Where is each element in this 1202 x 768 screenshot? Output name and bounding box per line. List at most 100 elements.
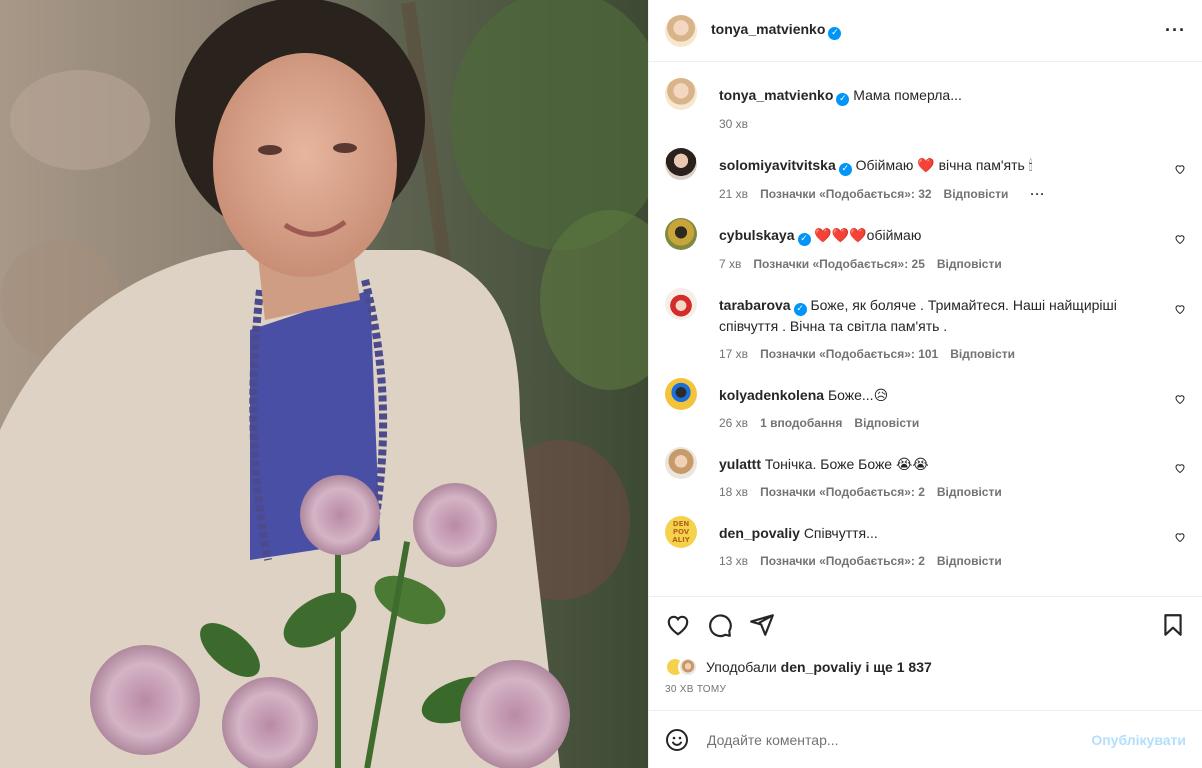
commenter-avatar[interactable] xyxy=(665,148,697,180)
comment-meta: 18 хв Позначки «Подобається»: 2 Відповіс… xyxy=(719,485,1160,499)
comment-likes[interactable]: 1 вподобання xyxy=(760,416,842,430)
comment-likes[interactable]: Позначки «Подобається»: 101 xyxy=(760,347,938,361)
add-comment-bar: Опублікувати xyxy=(649,710,1202,768)
more-options-icon[interactable]: ··· xyxy=(1165,20,1186,41)
post-actions xyxy=(649,596,1202,652)
comment-meta: 26 хв 1 вподобання Відповісти xyxy=(719,416,1160,430)
reply-button[interactable]: Відповісти xyxy=(950,347,1015,361)
emoji-smiley-icon[interactable] xyxy=(665,728,689,752)
verified-icon: ✓ xyxy=(836,93,850,106)
den-avatar-text: DEN POV ALIY xyxy=(672,520,690,544)
comment-text: Співчуття... xyxy=(803,525,878,541)
comment-likes[interactable]: Позначки «Подобається»: 2 xyxy=(760,485,925,499)
comment-body: solomiyavitvitska ✓ Обіймаю ❤️ вічна пам'… xyxy=(719,148,1186,201)
likes-summary: Уподобали den_povaliy і ще 1 837 xyxy=(649,652,1202,682)
comment-item: cybulskaya ✓ ❤️❤️❤️обіймаю 7 хв Позначки … xyxy=(665,218,1186,271)
caption-meta: 30 хв xyxy=(719,117,1160,131)
comment-body: cybulskaya ✓ ❤️❤️❤️обіймаю 7 хв Позначки … xyxy=(719,218,1186,271)
commenter-avatar[interactable] xyxy=(665,378,697,410)
caption-avatar[interactable] xyxy=(665,78,697,110)
likes-user[interactable]: den_povaliy xyxy=(781,659,862,675)
comment-body: den_povaliy Співчуття... 13 хв Позначки … xyxy=(719,516,1186,568)
comment-likes[interactable]: Позначки «Подобається»: 32 xyxy=(760,187,931,201)
verified-icon: ✓ xyxy=(797,233,811,246)
comment-text: Тонічка. Боже Боже 😭😭 xyxy=(764,456,929,472)
post-timestamp: 30 ХВ ТОМУ xyxy=(665,684,727,695)
comment-text: ❤️❤️❤️обіймаю xyxy=(814,227,922,243)
comment-username[interactable]: den_povaliy xyxy=(719,525,800,541)
comment-input[interactable] xyxy=(707,731,1092,748)
comment-bubble-icon[interactable] xyxy=(707,612,733,638)
comment-meta: 17 хв Позначки «Подобається»: 101 Відпов… xyxy=(719,347,1160,361)
comment-time: 26 хв xyxy=(719,416,749,430)
share-paper-plane-icon[interactable] xyxy=(749,612,775,638)
comment-text-line: solomiyavitvitska ✓ Обіймаю ❤️ вічна пам'… xyxy=(719,148,1160,176)
comment-body: kolyadenkolena Боже...😥 26 хв 1 вподобан… xyxy=(719,378,1186,430)
author-avatar[interactable] xyxy=(665,14,697,47)
comment-username[interactable]: solomiyavitvitska xyxy=(719,157,836,173)
comment-meta: 21 хв Позначки «Подобається»: 32 Відпові… xyxy=(719,187,1160,201)
comment-more-icon[interactable]: ··· xyxy=(1030,187,1045,201)
author-username-text[interactable]: tonya_matvienko xyxy=(711,21,825,37)
comment-meta: 13 хв Позначки «Подобається»: 2 Відповіс… xyxy=(719,554,1160,568)
comment-time: 21 хв xyxy=(719,187,749,201)
reply-button[interactable]: Відповісти xyxy=(854,416,919,430)
comment-time: 13 хв xyxy=(719,554,749,568)
comment-text: Боже...😥 xyxy=(827,387,889,403)
reply-button[interactable]: Відповісти xyxy=(937,554,1002,568)
like-comment-heart-icon[interactable] xyxy=(1174,462,1186,474)
post-header: tonya_matvienko ✓ ··· xyxy=(649,0,1202,62)
reply-button[interactable]: Відповісти xyxy=(937,485,1002,499)
comment-username[interactable]: kolyadenkolena xyxy=(719,387,824,403)
caption-body: tonya_matvienko ✓ Мама померла... 30 хв xyxy=(719,78,1186,131)
comment-item: DEN POV ALIY den_povaliy Співчуття... 13… xyxy=(665,516,1186,568)
likes-prefix: Уподобали xyxy=(706,659,777,675)
commenter-avatar[interactable] xyxy=(665,288,697,320)
comment-meta: 7 хв Позначки «Подобається»: 25 Відповіс… xyxy=(719,257,1160,271)
comment-text-line: kolyadenkolena Боже...😥 xyxy=(719,378,1160,405)
post-comment-button[interactable]: Опублікувати xyxy=(1091,732,1186,748)
caption-username[interactable]: tonya_matvienko xyxy=(719,87,833,103)
like-comment-heart-icon[interactable] xyxy=(1174,163,1186,175)
comment-username[interactable]: cybulskaya xyxy=(719,227,795,243)
commenter-avatar[interactable] xyxy=(665,218,697,250)
reply-button[interactable]: Відповісти xyxy=(944,187,1009,201)
like-comment-heart-icon[interactable] xyxy=(1174,531,1186,543)
caption-text: Мама померла... xyxy=(853,87,962,103)
comment-text-line: yulattt Тонічка. Боже Боже 😭😭 xyxy=(719,447,1160,474)
comment-likes[interactable]: Позначки «Подобається»: 25 xyxy=(753,257,924,271)
comment-text-line: tarabarova ✓ Боже, як боляче . Тримайтеся… xyxy=(719,288,1160,336)
like-heart-icon[interactable] xyxy=(665,612,691,638)
commenter-avatar[interactable]: DEN POV ALIY xyxy=(665,516,697,548)
comment-item: yulattt Тонічка. Боже Боже 😭😭 18 хв Позн… xyxy=(665,447,1186,499)
instagram-post: tonya_matvienko ✓ ··· tonya_matvienko ✓ Ма… xyxy=(0,0,1202,768)
likes-count[interactable]: і ще 1 837 xyxy=(865,659,931,675)
verified-icon: ✓ xyxy=(828,27,842,40)
comment-text-line: den_povaliy Співчуття... xyxy=(719,516,1160,543)
commenter-avatar[interactable] xyxy=(665,447,697,479)
caption-time: 30 хв xyxy=(719,117,749,131)
comment-item: kolyadenkolena Боже...😥 26 хв 1 вподобан… xyxy=(665,378,1186,430)
liker-avatar xyxy=(678,657,698,677)
like-comment-heart-icon[interactable] xyxy=(1174,233,1186,245)
bookmark-save-icon[interactable] xyxy=(1160,612,1186,638)
comment-text-line: cybulskaya ✓ ❤️❤️❤️обіймаю xyxy=(719,218,1160,246)
likers-avatar-stack[interactable] xyxy=(665,657,698,677)
comment-likes[interactable]: Позначки «Подобається»: 2 xyxy=(760,554,925,568)
comment-username[interactable]: yulattt xyxy=(719,456,761,472)
comment-time: 18 хв xyxy=(719,485,749,499)
reply-button[interactable]: Відповісти xyxy=(937,257,1002,271)
comment-body: tarabarova ✓ Боже, як боляче . Тримайтеся… xyxy=(719,288,1186,361)
comment-body: yulattt Тонічка. Боже Боже 😭😭 18 хв Позн… xyxy=(719,447,1186,499)
verified-icon: ✓ xyxy=(793,303,807,316)
comment-item: solomiyavitvitska ✓ Обіймаю ❤️ вічна пам'… xyxy=(665,148,1186,201)
comment-item: tarabarova ✓ Боже, як боляче . Тримайтеся… xyxy=(665,288,1186,361)
comment-username[interactable]: tarabarova xyxy=(719,297,791,313)
like-comment-heart-icon[interactable] xyxy=(1174,303,1186,315)
author-username[interactable]: tonya_matvienko ✓ xyxy=(711,21,842,40)
comment-time: 7 хв xyxy=(719,257,742,271)
like-comment-heart-icon[interactable] xyxy=(1174,393,1186,405)
post-photo[interactable] xyxy=(0,0,648,768)
verified-icon: ✓ xyxy=(838,163,852,176)
caption: tonya_matvienko ✓ Мама померла... 30 хв xyxy=(665,78,1186,131)
